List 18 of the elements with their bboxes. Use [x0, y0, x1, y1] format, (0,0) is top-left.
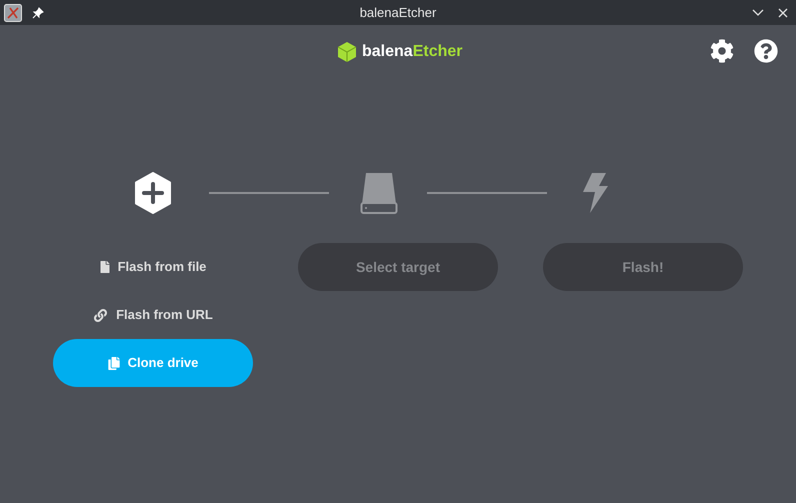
settings-icon[interactable] — [710, 39, 734, 63]
lightning-icon — [581, 172, 609, 214]
link-icon — [93, 308, 108, 322]
logo-text: balenaEtcher — [362, 42, 462, 62]
help-icon[interactable] — [754, 39, 778, 63]
pin-icon[interactable] — [32, 6, 44, 18]
file-icon — [100, 261, 110, 273]
hard-drive-icon — [360, 172, 398, 214]
window-title: balenaEtcher — [360, 4, 436, 22]
copy-icon — [108, 356, 120, 370]
chevron-down-icon[interactable] — [752, 8, 764, 16]
close-icon[interactable] — [778, 8, 788, 18]
plus-hexagon-icon — [133, 172, 173, 214]
source-option-link[interactable]: Flash from URL — [53, 291, 253, 339]
clone-drive-button[interactable]: Clone drive — [53, 339, 253, 387]
cube-logo-icon — [337, 41, 357, 63]
app-icon — [4, 4, 22, 22]
source-option-link[interactable]: Flash from file — [53, 243, 253, 291]
